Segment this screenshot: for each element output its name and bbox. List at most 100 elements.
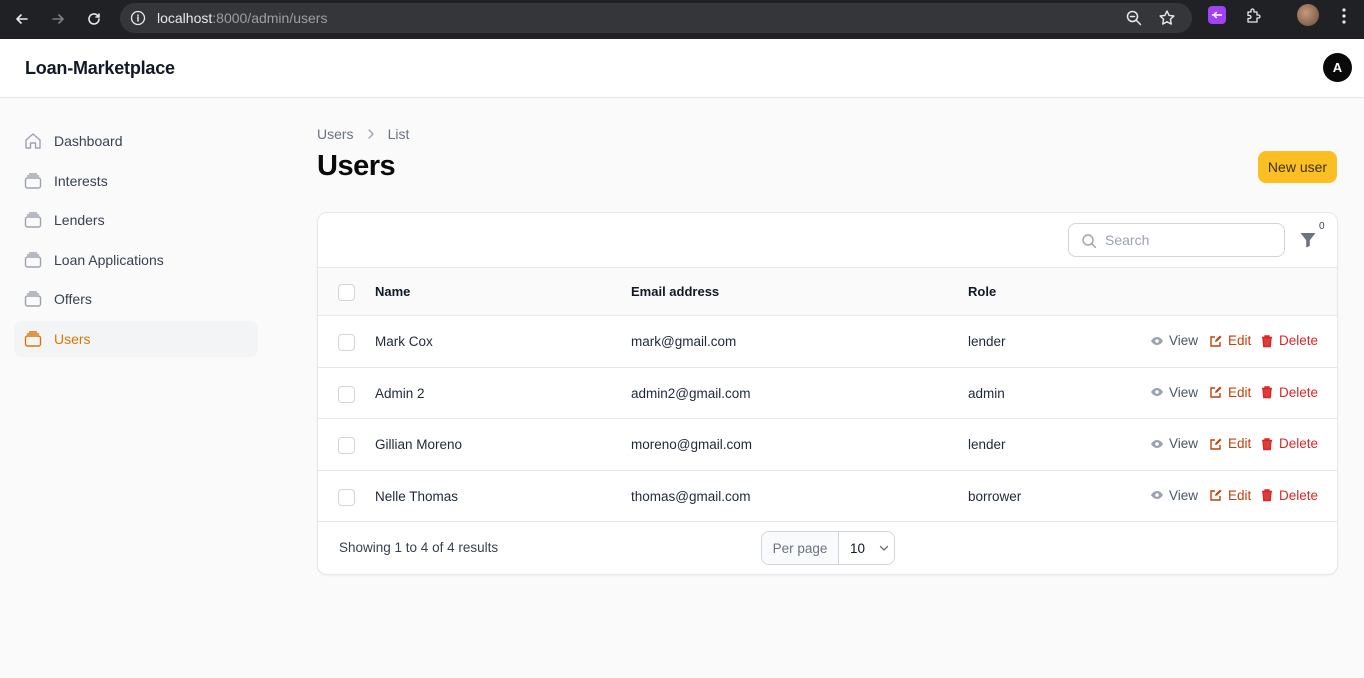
view-action[interactable]: View	[1150, 385, 1198, 400]
url-host: localhost	[157, 10, 213, 26]
more-menu-icon[interactable]	[1334, 6, 1354, 26]
profile-avatar[interactable]	[1297, 4, 1319, 26]
app-header: Loan-Marketplace A	[0, 39, 1364, 98]
view-action[interactable]: View	[1150, 436, 1198, 451]
delete-label: Delete	[1279, 487, 1319, 503]
url-text[interactable]: localhost:8000/admin/users	[157, 10, 327, 26]
view-label: View	[1169, 436, 1199, 451]
column-header-email[interactable]: Email address	[631, 284, 719, 299]
bookmark-star-icon[interactable]	[1158, 9, 1176, 27]
stack-icon	[24, 212, 42, 228]
table-footer: Showing 1 to 4 of 4 results Per page 10	[318, 521, 1337, 574]
page-title: Users	[317, 150, 396, 182]
cell-email: moreno@gmail.com	[631, 437, 752, 452]
extension-glyph-icon	[1212, 11, 1222, 19]
sidebar-item-offers[interactable]: Offers	[14, 281, 258, 317]
reload-button[interactable]	[80, 5, 108, 33]
edit-action[interactable]: Edit	[1209, 436, 1251, 451]
cell-role: lender	[968, 437, 1006, 452]
delete-label: Delete	[1279, 436, 1319, 451]
trash-icon	[1262, 437, 1272, 450]
home-icon	[25, 133, 41, 149]
results-summary: Showing 1 to 4 of 4 results	[339, 540, 499, 555]
url-path: :8000/admin/users	[212, 10, 328, 26]
table-toolbar: 0	[318, 213, 1337, 268]
row-checkbox[interactable]	[338, 437, 355, 454]
cell-name: Mark Cox	[375, 334, 433, 349]
edit-icon	[1210, 489, 1222, 501]
user-avatar[interactable]: A	[1323, 53, 1352, 82]
delete-action[interactable]: Delete	[1260, 436, 1318, 451]
table-row: Nelle Thomas thomas@gmail.com borrower V…	[318, 471, 1337, 522]
forward-button[interactable]	[44, 5, 72, 33]
sidebar-item-lenders[interactable]: Lenders	[14, 202, 258, 238]
back-button[interactable]	[8, 5, 36, 33]
trash-icon	[1262, 386, 1272, 399]
sidebar-item-label: Loan Applications	[54, 251, 164, 268]
extension-icon[interactable]	[1208, 6, 1226, 24]
row-checkbox[interactable]	[338, 385, 355, 403]
view-label: View	[1169, 333, 1199, 348]
sidebar-item-label: Lenders	[54, 212, 105, 228]
delete-action[interactable]: Delete	[1260, 488, 1318, 503]
view-action[interactable]: View	[1150, 333, 1198, 348]
view-action[interactable]: View	[1150, 488, 1198, 503]
cell-email: admin2@gmail.com	[631, 385, 751, 401]
edit-action[interactable]: Edit	[1209, 488, 1251, 503]
reload-icon	[88, 13, 100, 25]
column-header-role[interactable]: Role	[968, 284, 996, 299]
sidebar-item-label: Dashboard	[54, 133, 123, 149]
info-icon[interactable]	[130, 10, 146, 26]
delete-label: Delete	[1279, 333, 1319, 348]
edit-action[interactable]: Edit	[1209, 385, 1251, 400]
edit-label: Edit	[1228, 333, 1252, 348]
delete-action[interactable]: Delete	[1260, 385, 1318, 400]
brand-logo[interactable]: Loan-Marketplace	[25, 58, 175, 79]
eye-icon	[1151, 491, 1163, 499]
sidebar-item-loan-applications[interactable]: Loan Applications	[14, 242, 258, 278]
edit-icon	[1210, 386, 1222, 398]
sidebar-item-users[interactable]: Users	[14, 320, 258, 357]
per-page-label: Per page	[762, 532, 839, 564]
stack-icon	[24, 251, 42, 268]
search-box[interactable]	[1068, 223, 1285, 257]
column-header-name[interactable]: Name	[375, 284, 410, 299]
address-bar[interactable]: localhost:8000/admin/users	[120, 3, 1192, 33]
filter-count-badge: 0	[1319, 221, 1325, 232]
search-input[interactable]	[1105, 224, 1275, 256]
per-page-number: 10	[850, 540, 866, 556]
cell-name: Admin 2	[375, 385, 425, 401]
sidebar-item-dashboard[interactable]: Dashboard	[14, 123, 258, 159]
delete-action[interactable]: Delete	[1260, 333, 1318, 348]
per-page-value[interactable]: 10	[839, 532, 894, 564]
table-row: Mark Cox mark@gmail.com lender View Edit…	[318, 316, 1337, 368]
sidebar-item-label: Users	[54, 330, 91, 347]
arrow-left-icon	[16, 14, 28, 24]
cell-role: lender	[968, 334, 1006, 349]
sidebar-item-interests[interactable]: Interests	[14, 163, 258, 199]
eye-icon	[1151, 439, 1163, 448]
edit-label: Edit	[1228, 487, 1252, 503]
chevron-right-icon	[367, 129, 374, 139]
cell-email: mark@gmail.com	[631, 334, 737, 349]
cell-name: Gillian Moreno	[375, 437, 463, 452]
edit-action[interactable]: Edit	[1209, 333, 1251, 348]
select-all-checkbox[interactable]	[338, 284, 355, 301]
row-checkbox[interactable]	[338, 334, 355, 351]
row-checkbox[interactable]	[338, 488, 355, 506]
filter-icon[interactable]	[1298, 230, 1318, 250]
trash-icon	[1262, 489, 1272, 502]
arrow-right-icon	[52, 14, 64, 24]
table-row: Gillian Moreno moreno@gmail.com lender V…	[318, 419, 1337, 471]
edit-label: Edit	[1228, 436, 1252, 451]
eye-icon	[1151, 388, 1163, 396]
new-user-button[interactable]: New user	[1258, 151, 1337, 183]
per-page-select[interactable]: Per page 10	[761, 531, 895, 565]
edit-icon	[1210, 335, 1222, 347]
breadcrumb-users-link[interactable]: Users	[317, 126, 354, 142]
cell-role: admin	[968, 385, 1005, 401]
zoom-icon[interactable]	[1125, 9, 1143, 27]
cell-name: Nelle Thomas	[375, 488, 459, 504]
breadcrumb: Users List	[317, 126, 409, 142]
extensions-puzzle-icon[interactable]	[1244, 6, 1264, 26]
